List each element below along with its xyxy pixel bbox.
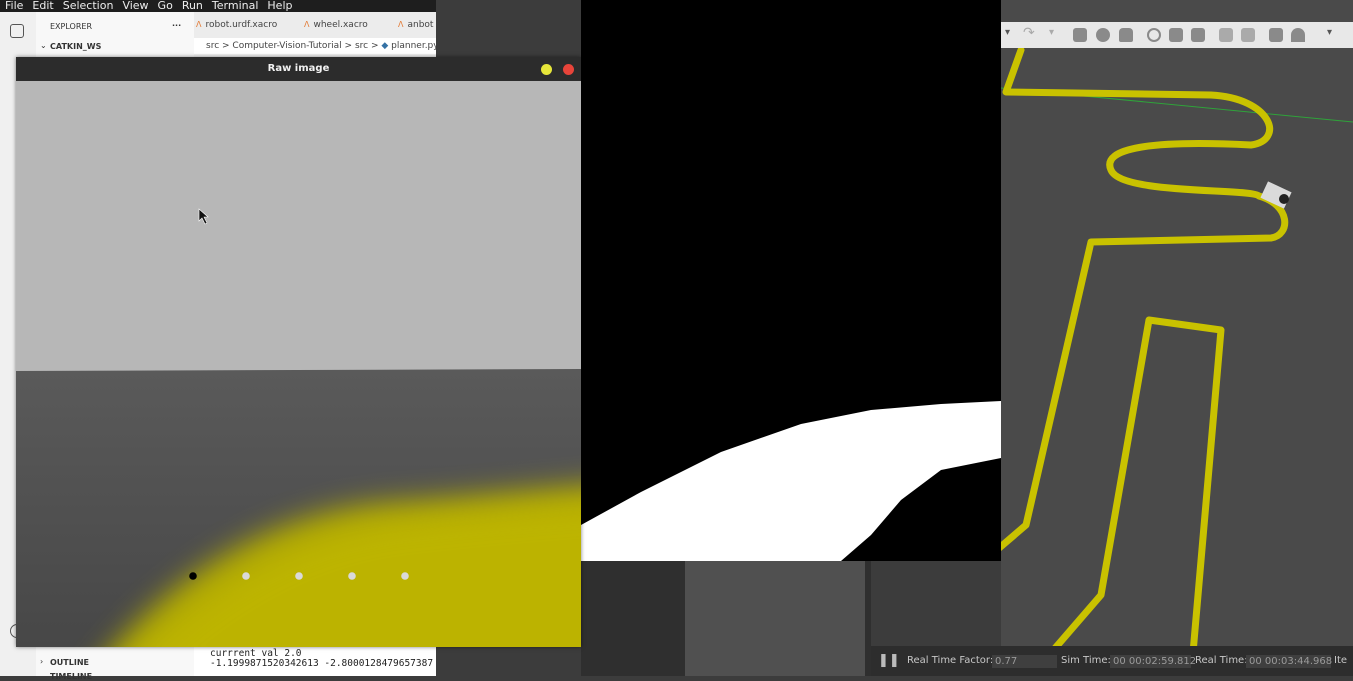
menu-bar: File Edit Selection View Go Run Terminal Help xyxy=(0,0,436,12)
window-titlebar[interactable]: Raw image xyxy=(16,57,581,81)
breadcrumb-repo[interactable]: Computer-Vision-Tutorial xyxy=(232,41,341,51)
editor-tabs: Λrobot.urdf.xacro Λwheel.xacro Λanbot xyxy=(194,12,436,38)
python-file-icon: ◆ xyxy=(381,41,389,51)
breadcrumb: src > Computer-Vision-Tutorial > src > ◆… xyxy=(194,38,436,54)
camera-frame xyxy=(16,81,581,647)
real-time-label: Real Time: xyxy=(1195,655,1248,666)
timeline-section[interactable]: TIMELINE xyxy=(50,672,92,681)
dropdown-arrow-icon[interactable]: ▾ xyxy=(1005,27,1010,38)
point-light-icon[interactable] xyxy=(1147,28,1161,42)
xml-file-icon: Λ xyxy=(196,20,202,29)
sample-point-4 xyxy=(401,572,409,580)
redo-icon[interactable]: ↷ xyxy=(1023,25,1035,41)
dropdown-arrow-icon[interactable]: ▾ xyxy=(1327,27,1332,38)
sample-point-0 xyxy=(189,572,197,580)
chevron-down-icon: ⌄ xyxy=(40,41,47,50)
mask-image xyxy=(581,401,1001,561)
explorer-title: EXPLORER xyxy=(50,22,92,31)
tab-anbot[interactable]: Λanbot xyxy=(398,20,433,30)
spot-light-icon[interactable] xyxy=(1169,28,1183,42)
raw-image-window[interactable]: Raw image xyxy=(16,57,581,647)
iterations-label: Ite xyxy=(1334,655,1348,666)
breadcrumb-src-2[interactable]: src xyxy=(355,41,368,51)
tab-robot-urdf[interactable]: Λrobot.urdf.xacro xyxy=(196,20,277,30)
sample-point-2 xyxy=(295,572,303,580)
gazebo-scene xyxy=(1001,0,1353,676)
gazebo-toolbar: ▾ ↷ ▾ ▾ xyxy=(1001,22,1353,48)
align-icon[interactable] xyxy=(1269,28,1283,42)
real-time-factor-value: 0.77 xyxy=(992,655,1057,668)
box-shape-icon[interactable] xyxy=(1073,28,1087,42)
terminal-output: currrent val 2.0 -1.1999871520342613 -2.8… xyxy=(194,646,436,676)
gazebo-window: ▾ ↷ ▾ ▾ xyxy=(1001,0,1353,676)
menu-selection[interactable]: Selection xyxy=(63,0,114,12)
gazebo-side-panel xyxy=(581,561,871,676)
mask-image-window xyxy=(581,0,1001,561)
copy-icon[interactable] xyxy=(1219,28,1233,42)
workspace-folder[interactable]: CATKIN_WS xyxy=(50,42,101,51)
menu-edit[interactable]: Edit xyxy=(32,0,53,12)
tab-wheel-xacro[interactable]: Λwheel.xacro xyxy=(304,20,368,30)
xml-file-icon: Λ xyxy=(398,20,404,29)
sample-point-3 xyxy=(348,572,356,580)
raw-camera-image xyxy=(16,81,581,647)
sim-time-label: Sim Time: xyxy=(1061,655,1111,666)
dropdown-arrow-icon[interactable]: ▾ xyxy=(1049,27,1054,38)
files-icon[interactable] xyxy=(10,24,24,38)
snap-icon[interactable] xyxy=(1291,28,1305,42)
menu-go[interactable]: Go xyxy=(158,0,173,12)
real-time-factor-label: Real Time Factor: xyxy=(907,655,994,666)
window-title: Raw image xyxy=(267,63,330,74)
sim-time-value: 00 00:02:59.812 xyxy=(1110,655,1196,668)
sphere-shape-icon[interactable] xyxy=(1096,28,1110,42)
minimize-icon[interactable] xyxy=(541,64,552,75)
chevron-right-icon: › xyxy=(40,657,44,666)
menu-file[interactable]: File xyxy=(5,0,23,12)
paste-icon[interactable] xyxy=(1241,28,1255,42)
xml-file-icon: Λ xyxy=(304,20,310,29)
pause-icon[interactable]: ❚❚ xyxy=(878,646,900,676)
directional-light-icon[interactable] xyxy=(1191,28,1205,42)
sample-point-1 xyxy=(242,572,250,580)
gazebo-status-bar: ❚❚ Real Time Factor: 0.77 Sim Time: 00 0… xyxy=(871,646,1353,676)
menu-run[interactable]: Run xyxy=(182,0,203,12)
panel-area xyxy=(685,561,865,676)
terminal-line-2: -1.1999871520342613 -2.8000128479657387 xyxy=(210,658,434,669)
cylinder-shape-icon[interactable] xyxy=(1119,28,1133,42)
more-actions-icon[interactable]: ··· xyxy=(172,21,181,30)
menu-help[interactable]: Help xyxy=(267,0,292,12)
breadcrumb-src[interactable]: src xyxy=(206,41,219,51)
menu-view[interactable]: View xyxy=(122,0,148,12)
close-icon[interactable] xyxy=(563,64,574,75)
real-time-value: 00 00:03:44.968 xyxy=(1246,655,1332,668)
outline-section[interactable]: OUTLINE xyxy=(50,658,89,667)
menu-terminal[interactable]: Terminal xyxy=(212,0,259,12)
breadcrumb-file[interactable]: planner.py xyxy=(391,41,436,51)
